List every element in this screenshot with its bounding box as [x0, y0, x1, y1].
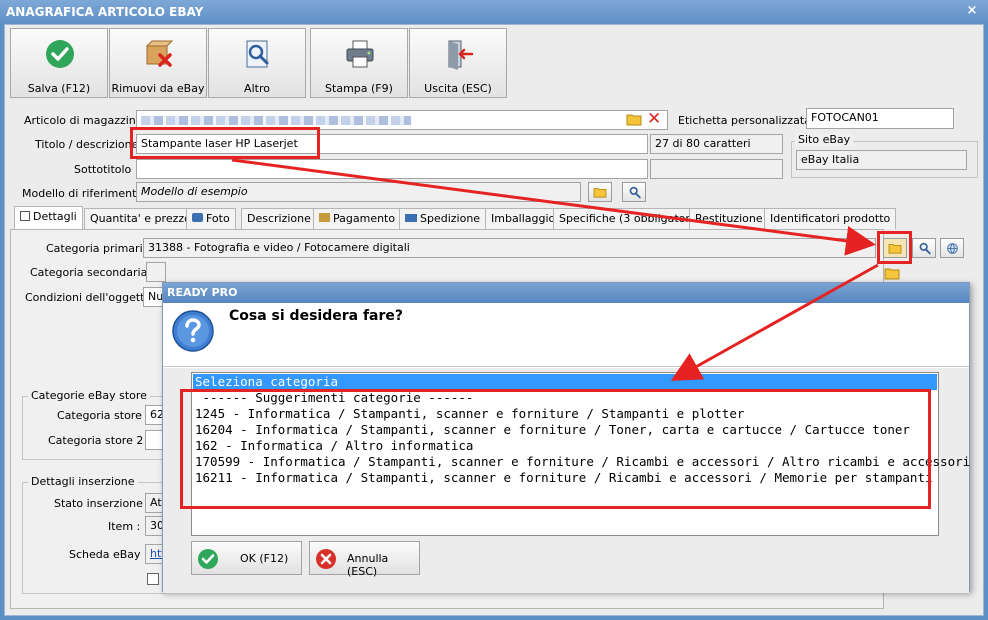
- dialog-header: Cosa si desidera fare?: [163, 303, 969, 367]
- print-button[interactable]: Stampa (F9): [310, 28, 408, 98]
- tab-imballaggio[interactable]: Imballaggio: [485, 208, 562, 229]
- tab-foto[interactable]: Foto: [186, 208, 236, 229]
- modello-label: Modello di riferimento :: [22, 187, 151, 200]
- tab-descrizione[interactable]: Descrizione: [241, 208, 317, 229]
- search-icon: [629, 186, 641, 199]
- print-label: Stampa (F9): [325, 82, 393, 95]
- magnifier-document-icon: [246, 40, 269, 68]
- folder-icon[interactable]: [626, 112, 642, 126]
- modello-field: Modello di esempio: [136, 182, 581, 202]
- more-label: Altro: [244, 82, 270, 95]
- list-icon: [20, 211, 30, 221]
- payment-icon: [319, 213, 330, 222]
- exit-button[interactable]: Uscita (ESC): [409, 28, 507, 98]
- modello-search-button[interactable]: [622, 182, 646, 202]
- exit-door-icon: [448, 40, 474, 70]
- tab-spedizione[interactable]: Spedizione: [399, 208, 487, 229]
- camera-icon: [192, 213, 203, 222]
- dialog: READY PRO Cosa si desidera fare? Selezio…: [162, 282, 970, 593]
- sito-ebay-field: eBay Italia: [796, 150, 967, 170]
- tab-pagamento-label: Pagamento: [333, 212, 396, 225]
- dialog-title: READY PRO: [163, 283, 969, 303]
- save-label: Salva (F12): [27, 82, 91, 95]
- folder-icon: [593, 188, 607, 198]
- stato-label: Stato inserzione :: [54, 497, 151, 510]
- sottotitolo-count: [650, 159, 783, 179]
- remove-from-ebay-button[interactable]: Rimuovi da eBay: [109, 28, 207, 98]
- tab-restituzione[interactable]: Restituzione: [689, 208, 769, 229]
- printer-icon: [346, 40, 374, 68]
- list-item[interactable]: Seleziona categoria: [193, 374, 937, 390]
- cat-primaria-search-button[interactable]: [912, 238, 936, 258]
- window-title: ANAGRAFICA ARTICOLO EBAY: [0, 0, 988, 24]
- question-icon: [172, 310, 214, 352]
- cat-primaria-field: 31388 - Fotografia e video / Fotocamere …: [143, 238, 876, 258]
- store-group-title: Categorie eBay store: [28, 389, 150, 402]
- inserzione-group-title: Dettagli inserzione: [28, 475, 138, 488]
- tab-dettagli-label: Dettagli: [33, 210, 77, 223]
- truck-icon: [405, 214, 417, 222]
- search-icon: [919, 242, 931, 255]
- clear-x-icon[interactable]: ✕: [647, 110, 665, 128]
- more-button[interactable]: Altro: [208, 28, 306, 98]
- check-icon: [198, 549, 218, 569]
- cat-secondaria-field: [146, 262, 166, 282]
- cancel-button[interactable]: Annulla (ESC): [309, 541, 420, 578]
- store2-label: Categoria store 2 :: [48, 434, 151, 447]
- cancel-label: Annulla (ESC): [347, 552, 389, 578]
- etichetta-label: Etichetta personalizzata :: [678, 114, 819, 127]
- modello-folder-button[interactable]: [588, 182, 612, 202]
- cat-primaria-web-button[interactable]: [940, 238, 964, 258]
- cat-primaria-label: Categoria primaria :: [46, 242, 157, 255]
- folder-highlight-box: [877, 231, 912, 264]
- titolo-label: Titolo / descrizione: [35, 138, 139, 151]
- titolo-highlight-box: [130, 127, 320, 159]
- checkbox[interactable]: [147, 573, 159, 585]
- exit-label: Uscita (ESC): [424, 82, 492, 95]
- suggestions-highlight-box: [180, 389, 931, 509]
- ok-button[interactable]: OK (F12): [191, 541, 302, 575]
- blurred-text: [141, 116, 411, 125]
- tab-dettagli[interactable]: Dettagli: [14, 206, 83, 229]
- globe-icon: [946, 243, 958, 254]
- char-count: 27 di 80 caratteri: [650, 134, 783, 154]
- tab-quantita[interactable]: Quantita' e prezzo: [84, 208, 197, 229]
- save-button[interactable]: Salva (F12): [10, 28, 108, 98]
- etichetta-field[interactable]: FOTOCAN01: [806, 108, 954, 129]
- item-label: Item :: [108, 520, 141, 533]
- scheda-label: Scheda eBay :: [69, 548, 148, 561]
- articolo-label: Articolo di magazzino :: [24, 114, 150, 127]
- check-icon: [46, 40, 74, 68]
- remove-label: Rimuovi da eBay: [111, 82, 205, 95]
- tab-spedizione-label: Spedizione: [420, 212, 481, 225]
- dialog-question: Cosa si desidera fare?: [229, 308, 404, 324]
- sottotitolo-field[interactable]: [136, 159, 648, 179]
- ok-label: OK (F12): [240, 552, 289, 565]
- close-icon[interactable]: ×: [964, 3, 980, 19]
- sottotitolo-label: Sottotitolo :: [74, 163, 139, 176]
- remove-box-icon: [145, 40, 174, 67]
- tab-identificatori[interactable]: Identificatori prodotto: [764, 208, 897, 229]
- folder-icon[interactable]: [884, 266, 900, 280]
- store1-label: Categoria store :: [57, 409, 150, 422]
- cancel-icon: [316, 549, 336, 569]
- tab-specifiche[interactable]: Specifiche (3 obbligatorie): [553, 208, 711, 229]
- condizioni-label: Condizioni dell'oggetto :: [25, 291, 159, 304]
- tab-pagamento[interactable]: Pagamento: [313, 208, 402, 229]
- tab-foto-label: Foto: [206, 212, 230, 225]
- cat-secondaria-label: Categoria secondaria :: [30, 266, 155, 279]
- sito-ebay-label: Sito eBay: [795, 133, 854, 146]
